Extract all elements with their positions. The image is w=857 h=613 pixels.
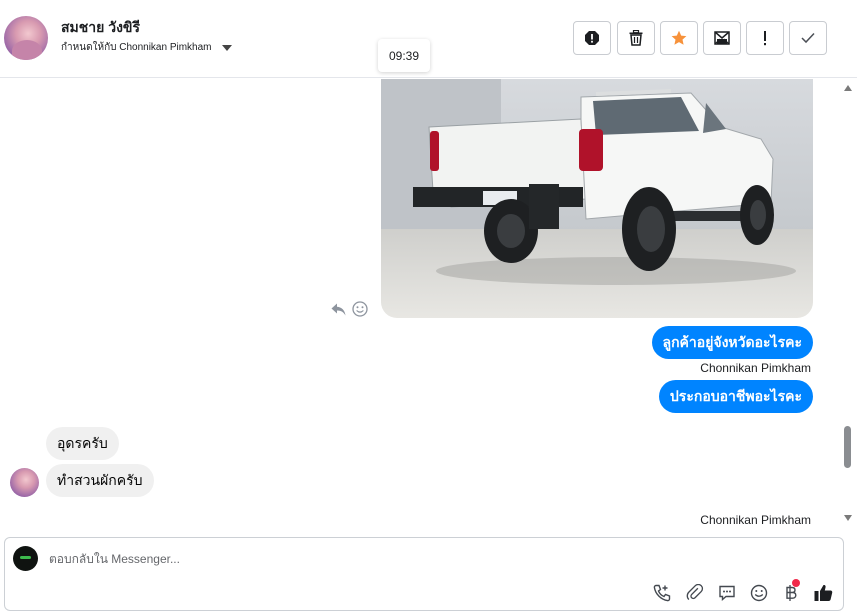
- incoming-message[interactable]: อุดรครับ: [46, 427, 119, 460]
- like-thumb-icon: [814, 584, 832, 601]
- mark-done-button[interactable]: [789, 21, 827, 55]
- scroll-up-arrow-icon[interactable]: [844, 85, 852, 91]
- contact-name[interactable]: สมชาย วังขิรี: [61, 17, 140, 39]
- payment-button[interactable]: [780, 579, 802, 604]
- trash-icon: [629, 30, 643, 46]
- react-emoji-icon[interactable]: [352, 301, 368, 317]
- emoji-icon: [750, 584, 768, 602]
- messenger-conversation: สมชาย วังขิรี กำหนดให้กับ Chonnikan Pimk…: [0, 0, 857, 613]
- like-button[interactable]: [812, 582, 834, 604]
- message-actions: [331, 301, 368, 317]
- assignee-label: กำหนดให้กับ Chonnikan Pimkham: [61, 42, 212, 53]
- mark-unread-icon: [714, 31, 730, 45]
- outgoing-message[interactable]: ประกอบอาชีพอะไรคะ: [658, 380, 813, 413]
- report-spam-button[interactable]: [573, 21, 611, 55]
- sender-name-label: Chonnikan Pimkham: [700, 361, 811, 375]
- timestamp-tooltip: 09:39: [378, 39, 430, 72]
- reply-icon[interactable]: [331, 303, 346, 316]
- incoming-message[interactable]: ทำสวนผักครับ: [46, 464, 154, 497]
- emoji-button[interactable]: [748, 582, 770, 604]
- page-avatar: [13, 546, 38, 571]
- spam-report-icon: [585, 31, 599, 45]
- important-icon: [764, 31, 766, 46]
- scrollbar-thumb[interactable]: [844, 426, 851, 468]
- sender-name-label: Chonnikan Pimkham: [700, 513, 811, 527]
- call-button[interactable]: [651, 582, 673, 604]
- delete-button[interactable]: [617, 21, 655, 55]
- assignee-dropdown[interactable]: กำหนดให้กับ Chonnikan Pimkham: [61, 40, 232, 55]
- scroll-down-arrow-icon[interactable]: [844, 515, 852, 521]
- reply-composer: [4, 537, 844, 611]
- outgoing-message[interactable]: ลูกค้าอยู่จังหวัดอะไรคะ: [651, 326, 813, 359]
- caret-down-icon: [221, 45, 232, 51]
- mark-unread-button[interactable]: [703, 21, 741, 55]
- done-check-icon: [801, 32, 815, 44]
- contact-avatar[interactable]: [4, 16, 48, 60]
- reply-input[interactable]: [49, 550, 549, 568]
- attachment-icon: [686, 584, 704, 601]
- contact-avatar-small: [10, 468, 39, 497]
- notification-dot: [792, 579, 800, 587]
- message-thread: ลูกค้าอยู่จังหวัดอะไรคะ Chonnikan Pimkha…: [0, 79, 841, 534]
- star-button[interactable]: [660, 21, 698, 55]
- white-pickup-truck-photo: [381, 79, 813, 318]
- saved-reply-icon: [719, 585, 735, 602]
- call-icon: [653, 584, 671, 602]
- shared-photo-message[interactable]: [381, 79, 813, 318]
- attach-button[interactable]: [684, 582, 706, 604]
- thread-scrollbar[interactable]: [841, 79, 855, 534]
- saved-replies-button[interactable]: [716, 582, 738, 604]
- star-icon: [671, 30, 687, 45]
- mark-important-button[interactable]: [746, 21, 784, 55]
